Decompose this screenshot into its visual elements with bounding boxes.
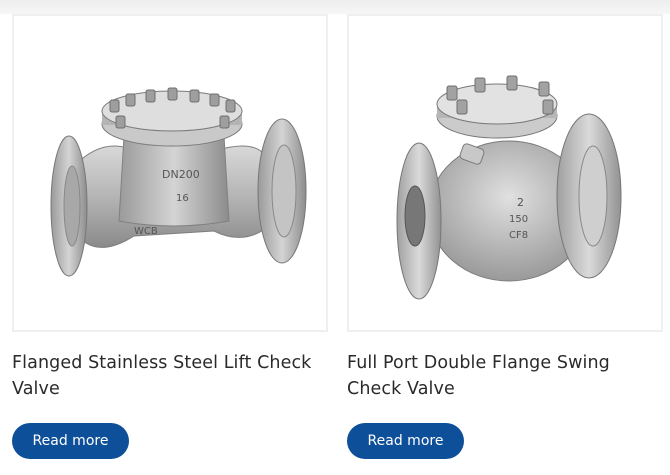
swing-check-valve-image: 2 150 CF8 bbox=[396, 75, 622, 300]
top-gutter bbox=[0, 0, 670, 14]
lift-check-valve-image: DN200 16 WCB bbox=[50, 87, 307, 277]
marking-size: 2 bbox=[517, 196, 524, 209]
product-card-swing-check-valve: 2 150 CF8 Full Port Double Flange Swing … bbox=[347, 14, 663, 459]
read-more-button[interactable]: Read more bbox=[12, 423, 129, 459]
product-image-frame[interactable]: DN200 16 WCB bbox=[12, 14, 328, 332]
product-image-frame[interactable]: 2 150 CF8 bbox=[347, 14, 663, 332]
marking-pressure: 16 bbox=[176, 193, 189, 204]
marking-material: WCB bbox=[134, 226, 158, 237]
read-more-button[interactable]: Read more bbox=[347, 423, 464, 459]
marking-material: CF8 bbox=[509, 230, 528, 241]
product-title[interactable]: Full Port Double Flange Swing Check Valv… bbox=[347, 350, 663, 402]
marking-class: 150 bbox=[509, 214, 528, 225]
product-card-lift-check-valve: DN200 16 WCB Flanged Stainless Steel Lif… bbox=[12, 14, 328, 459]
marking-dn: DN200 bbox=[162, 168, 200, 181]
product-title[interactable]: Flanged Stainless Steel Lift Check Valve bbox=[12, 350, 328, 402]
